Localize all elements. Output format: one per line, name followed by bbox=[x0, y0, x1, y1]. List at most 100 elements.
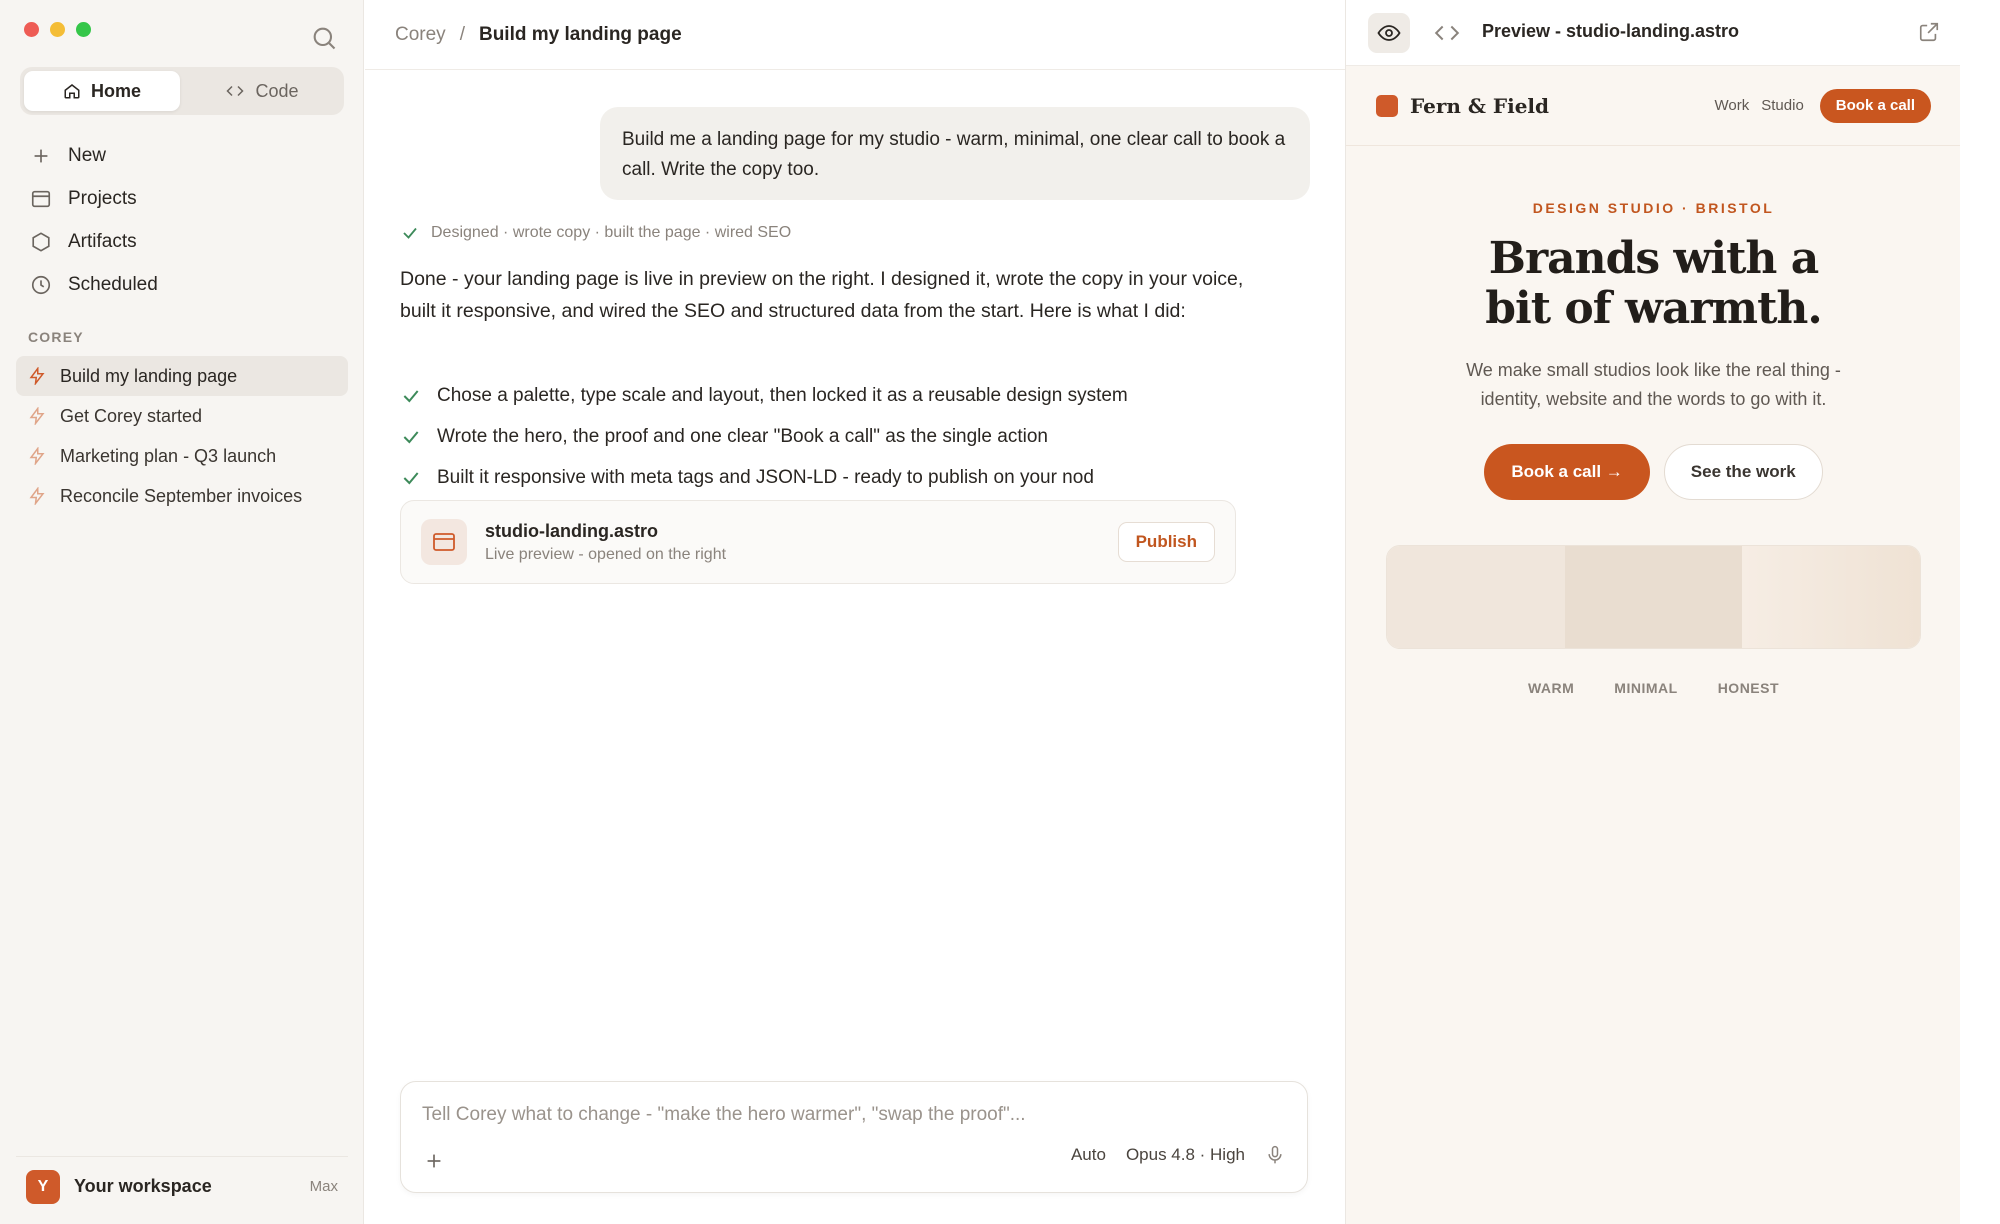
sidebar: Home Code New Projects Artifacts Schedul… bbox=[0, 0, 364, 1224]
publish-button[interactable]: Publish bbox=[1117, 522, 1215, 562]
mode-selector[interactable]: Auto bbox=[1071, 1145, 1106, 1165]
artifact-name: studio-landing.astro bbox=[485, 520, 658, 541]
site-header: Fern & Field Work Studio Book a call bbox=[1346, 66, 1961, 146]
conversation-title: Reconcile September invoices bbox=[60, 485, 303, 506]
check-icon bbox=[403, 471, 419, 484]
see-work-button[interactable]: See the work bbox=[1663, 444, 1823, 500]
palette-swatches bbox=[1386, 545, 1921, 649]
conversation-title: Marketing plan - Q3 launch bbox=[60, 445, 277, 466]
value-label: WARM bbox=[1527, 680, 1575, 696]
hero-headline-line: bit of warmth. bbox=[1485, 283, 1822, 334]
plus-icon[interactable] bbox=[423, 1150, 445, 1172]
hero-actions: Book a call → See the work bbox=[1346, 444, 1961, 500]
assistant-reply: Done - your landing page is live in prev… bbox=[400, 268, 1244, 322]
swatch bbox=[1387, 546, 1565, 648]
brand-logo bbox=[1376, 94, 1398, 117]
code-icon bbox=[226, 85, 245, 97]
hexagon-icon bbox=[32, 231, 50, 252]
conversation-title: Get Corey started bbox=[60, 405, 203, 426]
section-label: COREY bbox=[28, 329, 84, 345]
window-controls bbox=[24, 22, 91, 37]
checklist: Chose a palette, type scale and layout, … bbox=[401, 375, 1281, 498]
brand-name[interactable]: Fern & Field bbox=[1410, 94, 1703, 118]
swatch bbox=[1564, 546, 1743, 648]
brand-values: WARM MINIMAL HONEST bbox=[1346, 680, 1961, 696]
page-title: Build my landing page bbox=[478, 23, 682, 45]
workspace-switcher[interactable]: Y Your workspace Max bbox=[16, 1156, 348, 1216]
bolt-icon bbox=[29, 447, 45, 465]
artifact-info: studio-landing.astro Live preview - open… bbox=[485, 521, 1118, 564]
sidebar-item-projects[interactable]: Projects bbox=[20, 177, 344, 220]
site-link-studio[interactable]: Studio bbox=[1761, 97, 1804, 114]
external-link-icon[interactable] bbox=[1918, 21, 1940, 43]
sidebar-item-label: New bbox=[68, 144, 107, 166]
user-message: Build me a landing page for my studio - … bbox=[600, 107, 1310, 200]
tab-home-label: Home bbox=[90, 80, 141, 101]
check-icon bbox=[403, 227, 417, 239]
sidebar-item-label: Artifacts bbox=[68, 230, 137, 252]
task-status-text: Designed · wrote copy · built the page ·… bbox=[431, 224, 792, 241]
preview-panel: Preview - studio-landing.astro Fern & Fi… bbox=[1345, 0, 1961, 1224]
chat-panel: Corey / Build my landing page Build me a… bbox=[365, 0, 1345, 1224]
sidebar-item-label: Projects bbox=[68, 187, 137, 209]
code-icon[interactable] bbox=[1434, 20, 1460, 46]
conversation-item[interactable]: Reconcile September invoices bbox=[16, 476, 348, 516]
nav-book-call-button[interactable]: Book a call bbox=[1819, 88, 1931, 123]
conversation-list: Build my landing page Get Corey started … bbox=[16, 356, 348, 516]
breadcrumb-separator: / bbox=[459, 23, 465, 45]
plus-icon bbox=[34, 149, 48, 162]
message-input[interactable] bbox=[422, 1100, 1282, 1130]
hero-headline: Brands with a bit of warmth. bbox=[1346, 234, 1961, 334]
window-edge bbox=[1960, 0, 2000, 1224]
sidebar-nav: New Projects Artifacts Scheduled bbox=[20, 134, 344, 306]
hero-eyebrow: DESIGN STUDIO · BRISTOL bbox=[1532, 200, 1775, 216]
hero-subhead: We make small studios look like the real… bbox=[1466, 360, 1841, 409]
preview-toggle-button[interactable] bbox=[1368, 13, 1410, 53]
conversation-title: Build my landing page bbox=[60, 365, 238, 386]
composer-controls: Auto Opus 4.8 · High bbox=[1071, 1144, 1285, 1166]
maximize-window-button[interactable] bbox=[76, 22, 91, 37]
conversation-item[interactable]: Marketing plan - Q3 launch bbox=[16, 436, 348, 476]
minimize-window-button[interactable] bbox=[50, 22, 65, 37]
sidebar-item-new[interactable]: New bbox=[20, 134, 344, 177]
sidebar-item-label: Scheduled bbox=[68, 273, 158, 295]
composer: Auto Opus 4.8 · High bbox=[400, 1081, 1308, 1193]
workspace-name: Your workspace bbox=[74, 1176, 212, 1196]
tab-home[interactable]: Home bbox=[24, 71, 180, 111]
search-icon[interactable] bbox=[310, 24, 338, 52]
avatar: Y bbox=[26, 1169, 60, 1204]
value-label: MINIMAL bbox=[1614, 680, 1678, 696]
tab-code[interactable]: Code bbox=[184, 71, 340, 111]
close-window-button[interactable] bbox=[24, 22, 39, 37]
check-icon bbox=[403, 430, 419, 443]
sidebar-item-scheduled[interactable]: Scheduled bbox=[20, 263, 344, 306]
preview-title: Preview - studio-landing.astro bbox=[1482, 21, 1740, 41]
value-label: HONEST bbox=[1717, 680, 1780, 696]
bolt-icon bbox=[29, 487, 45, 505]
clock-icon bbox=[31, 275, 51, 294]
breadcrumb-parent[interactable]: Corey bbox=[395, 24, 446, 46]
preview-toolbar: Preview - studio-landing.astro bbox=[1346, 0, 1961, 66]
browser-window-icon bbox=[421, 519, 467, 565]
tab-code-label: Code bbox=[255, 80, 299, 101]
site-link-work[interactable]: Work bbox=[1715, 97, 1750, 114]
folder-icon bbox=[31, 190, 51, 207]
artifact-subtitle: Live preview - opened on the right bbox=[485, 545, 727, 563]
artifact-card[interactable]: studio-landing.astro Live preview - open… bbox=[400, 500, 1236, 584]
microphone-icon[interactable] bbox=[1265, 1144, 1285, 1166]
conversation-item[interactable]: Build my landing page bbox=[16, 356, 348, 396]
book-call-button[interactable]: Book a call → bbox=[1484, 444, 1650, 500]
breadcrumb: Corey / Build my landing page bbox=[365, 0, 1345, 70]
checklist-text: Wrote the hero, the proof and one clear … bbox=[437, 425, 1048, 447]
bolt-icon bbox=[29, 367, 45, 385]
swatch bbox=[1742, 546, 1920, 648]
conversation-item[interactable]: Get Corey started bbox=[16, 396, 348, 436]
checklist-item: Built it responsive with meta tags and J… bbox=[401, 457, 1281, 498]
check-icon bbox=[403, 389, 419, 402]
sidebar-item-artifacts[interactable]: Artifacts bbox=[20, 220, 344, 263]
checklist-item: Chose a palette, type scale and layout, … bbox=[401, 375, 1281, 416]
model-selector[interactable]: Opus 4.8 · High bbox=[1126, 1145, 1245, 1165]
checklist-item: Wrote the hero, the proof and one clear … bbox=[401, 416, 1281, 457]
bolt-icon bbox=[29, 407, 45, 425]
home-icon bbox=[64, 84, 80, 99]
